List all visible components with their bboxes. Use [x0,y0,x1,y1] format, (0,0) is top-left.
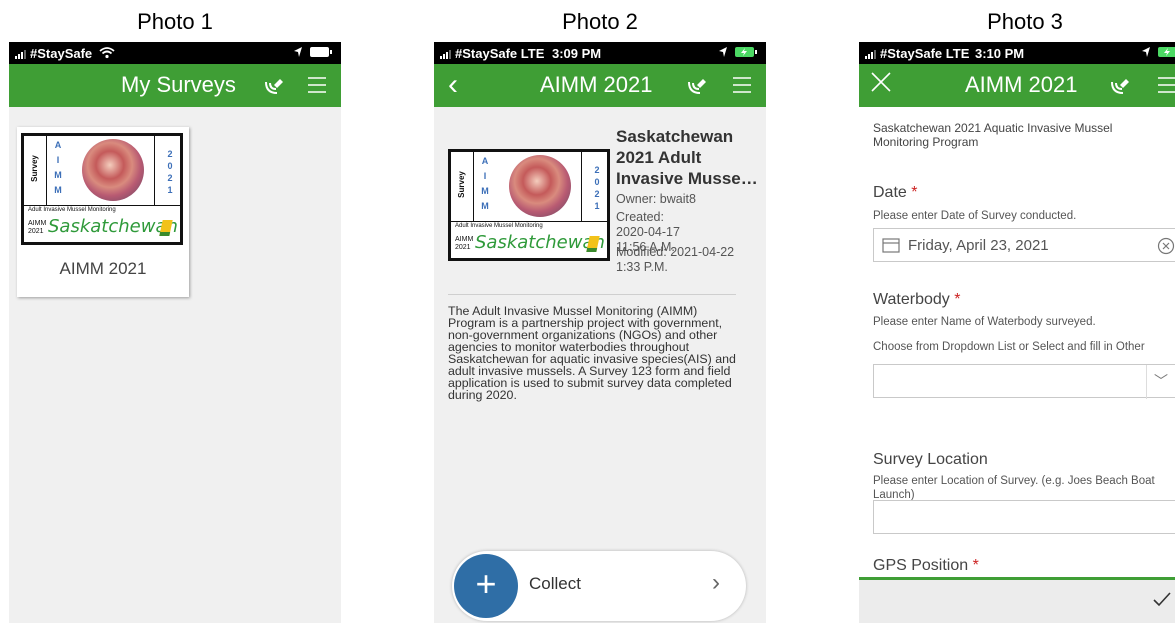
chevron-down-icon: ﹀ [1154,373,1168,389]
status-bar: #StaySafe [9,42,341,64]
survey-card-label: AIMM 2021 [59,259,147,278]
survey-location-question: Survey Location [873,451,988,468]
signal-icon [865,47,877,62]
plus-icon: + [454,554,518,618]
battery-charging-icon [1158,47,1175,57]
screen-survey-details: #StaySafe LTE 3:09 PM ‹ AIMM 2021 Survey… [434,42,766,623]
status-right-icons [293,45,333,60]
screen-survey-form: #StaySafe LTE 3:10 PM AIMM 2021 Saskatch… [859,42,1175,623]
header-bar: ‹ AIMM 2021 [434,64,766,107]
page-title: AIMM 2021 [965,72,1078,97]
collect-label: Collect [529,574,581,593]
status-carrier: #StaySafe [15,46,115,62]
status-right-icons [718,45,758,60]
survey-owner: Owner: bwait8 [616,192,696,206]
waterbody-dropdown-hint: Choose from Dropdown List or Select and … [873,341,1145,353]
menu-icon[interactable] [732,76,752,94]
date-hint: Please enter Date of Survey conducted. [873,210,1077,222]
status-time: 3:10 PM [975,46,1025,61]
menu-icon[interactable] [307,76,327,94]
page-title: AIMM 2021 [540,72,653,97]
close-icon[interactable] [869,70,893,94]
survey-thumbnail: Survey A I M M 2 0 2 1 Adult Invasive Mu… [448,149,610,261]
caption-photo-2: Photo 2 [562,9,638,34]
required-mark: * [954,291,961,308]
form-intro: Saskatchewan 2021 Aquatic Invasive Musse… [873,121,1113,149]
required-mark: * [972,557,979,574]
location-arrow-icon [294,47,303,57]
header-bar: My Surveys [9,64,341,107]
signal-icon [15,47,27,62]
survey-modified: Modified: 2021-04-22 1:33 P.M. [616,245,735,274]
battery-charging-icon [735,47,757,57]
survey-thumbnail: Survey A I M M 2 0 2 1 Adult Invasive Mu… [21,133,183,245]
required-mark: * [911,184,918,201]
collect-button[interactable]: + Collect › [452,551,746,621]
gps-position-question: GPS Position * [873,557,979,574]
waterbody-hint: Please enter Name of Waterbody surveyed. [873,316,1096,328]
calendar-icon [882,238,900,253]
page-title: My Surveys [121,72,236,97]
status-bar: #StaySafe LTE 3:10 PM [859,42,1175,64]
date-question: Date * [873,184,918,201]
back-icon[interactable]: ‹ [448,68,458,102]
status-bar: #StaySafe LTE 3:09 PM [434,42,766,64]
mussel-image [82,139,144,201]
caption-photo-1: Photo 1 [137,9,213,34]
aimm-logo: Survey A I M M 2 0 2 1 Adult Invasive Mu… [448,149,610,261]
waterbody-dropdown[interactable]: ﹀ [873,364,1175,399]
survey-card[interactable]: Survey A I M M 2 0 2 1 Adult Invasive Mu… [17,127,189,297]
divider [448,294,736,295]
status-carrier: #StaySafe LTE [440,46,544,62]
mussel-image [509,155,571,217]
location-arrow-icon [1142,47,1151,57]
location-arrow-icon [719,47,728,57]
menu-icon[interactable] [1157,76,1175,94]
date-field[interactable]: Friday, April 23, 2021 [873,228,1175,262]
date-value: Friday, April 23, 2021 [908,237,1049,254]
waterbody-question: Waterbody * [873,291,961,308]
header-bar: AIMM 2021 [859,64,1175,107]
screen-my-surveys: #StaySafe My Surveys Survey A I M M 2 0 … [9,42,341,623]
status-carrier: #StaySafe LTE [865,46,969,62]
satellite-icon[interactable] [686,74,708,96]
survey-location-input[interactable] [873,500,1175,534]
satellite-icon[interactable] [263,74,285,96]
satellite-icon[interactable] [1109,74,1131,96]
survey-location-hint: Please enter Location of Survey. (e.g. J… [873,475,1155,501]
submit-check-icon[interactable] [1152,590,1172,608]
aimm-logo: Survey A I M M 2 0 2 1 Adult Invasive Mu… [21,133,183,245]
clear-icon[interactable] [1157,237,1175,255]
form-bottom-bar [859,577,1175,623]
battery-icon [310,47,332,57]
survey-title: Saskatchewan 2021 Adult Invasive Musse… [616,127,758,188]
caption-photo-3: Photo 3 [987,9,1063,34]
status-right-icons [1141,45,1175,60]
survey-description: The Adult Invasive Mussel Monitoring (AI… [448,304,736,402]
wifi-icon [99,47,115,59]
status-time: 3:09 PM [552,46,602,61]
signal-icon [440,47,452,62]
chevron-right-icon: › [712,569,720,596]
